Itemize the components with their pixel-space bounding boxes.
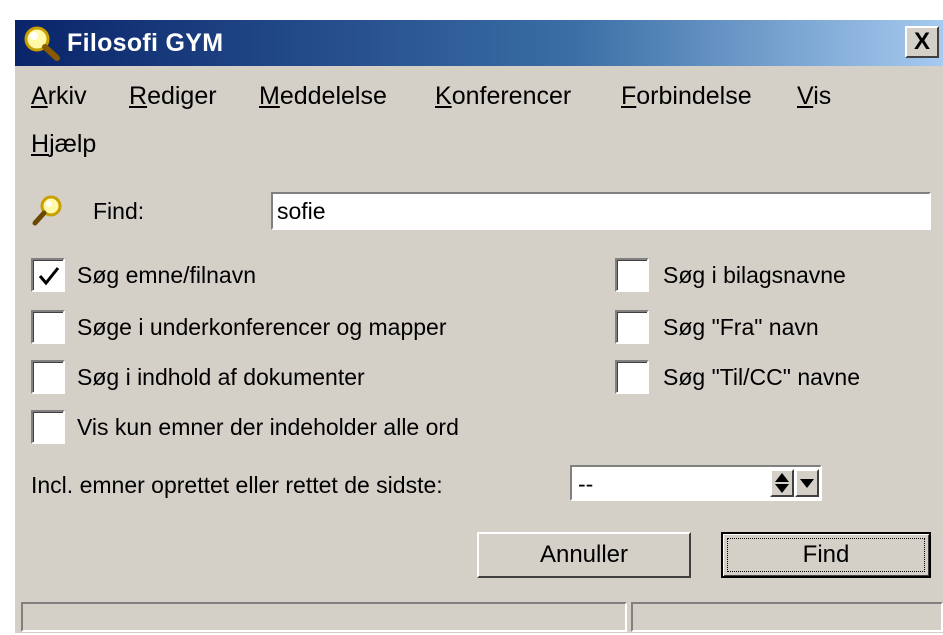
option-label-all-words: Vis kun emner der indeholder alle ord: [77, 414, 459, 440]
title-bar[interactable]: Filosofi GYM X: [15, 20, 943, 66]
status-bar: [15, 598, 943, 635]
period-dropdown-button[interactable]: [795, 469, 819, 497]
magnifier-icon: [24, 26, 60, 61]
menu-label: is: [813, 82, 832, 110]
menu-vis[interactable]: Vis: [797, 82, 831, 111]
period-spin-button[interactable]: [770, 469, 794, 497]
menu-mnemonic: K: [435, 82, 452, 110]
find-dialog: Filosofi GYM X Arkiv Rediger Meddelelse …: [13, 18, 943, 633]
menu-arkiv[interactable]: Arkiv: [31, 82, 87, 111]
search-input[interactable]: sofie: [271, 192, 931, 230]
menu-forbindelse[interactable]: Forbindelse: [621, 82, 752, 111]
menu-rediger[interactable]: Rediger: [129, 82, 217, 111]
menu-label: jælp: [49, 130, 97, 158]
chevron-down-icon: [800, 479, 814, 488]
checkbox-search-attachments[interactable]: [615, 258, 649, 292]
focus-indicator: [727, 538, 925, 572]
period-value: --: [578, 471, 594, 497]
up-down-arrows-icon: [775, 473, 789, 493]
checkbox-search-to-cc[interactable]: [615, 360, 649, 394]
menu-konferencer[interactable]: Konferencer: [435, 82, 571, 111]
checkbox-all-words[interactable]: [31, 410, 65, 444]
checkbox-search-subject[interactable]: [31, 258, 65, 292]
period-label: Incl. emner oprettet eller rettet de sid…: [31, 472, 443, 498]
option-label-search-from: Søg "Fra" navn: [663, 314, 819, 340]
menu-label: onferencer: [451, 82, 572, 110]
option-label-search-subject: Søg emne/filnavn: [77, 262, 256, 288]
menu-mnemonic: M: [259, 82, 280, 110]
menu-mnemonic: A: [31, 82, 48, 110]
close-button[interactable]: X: [905, 26, 939, 58]
menu-meddelelse[interactable]: Meddelelse: [259, 82, 387, 111]
menu-label: rkiv: [47, 82, 87, 110]
menu-mnemonic: R: [129, 82, 148, 110]
status-pane-main: [21, 602, 627, 632]
status-pane-secondary: [631, 602, 943, 632]
menu-label: ediger: [147, 82, 217, 110]
find-label: Find:: [93, 198, 145, 224]
close-icon: X: [913, 28, 930, 55]
menu-label: eddelelse: [279, 82, 387, 110]
find-button[interactable]: Find: [721, 532, 931, 578]
menu-mnemonic: F: [621, 82, 637, 110]
menu-mnemonic: H: [31, 130, 50, 158]
checkbox-search-subconferences[interactable]: [31, 310, 65, 344]
checkmark-icon: [38, 267, 60, 286]
magnifier-icon: [32, 195, 62, 226]
option-label-search-subconferences: Søge i underkonferencer og mapper: [77, 314, 447, 340]
option-label-search-to-cc: Søg "Til/CC" navne: [663, 364, 860, 390]
menu-mnemonic: V: [797, 82, 814, 110]
option-label-search-content: Søg i indhold af dokumenter: [77, 364, 365, 390]
menu-label: orbindelse: [636, 82, 752, 110]
checkbox-search-content[interactable]: [31, 360, 65, 394]
window-title: Filosofi GYM: [67, 29, 224, 57]
menu-hjaelp[interactable]: Hjælp: [31, 130, 96, 159]
period-select[interactable]: --: [570, 465, 822, 501]
option-label-search-attachments: Søg i bilagsnavne: [663, 262, 846, 288]
checkbox-search-from[interactable]: [615, 310, 649, 344]
cancel-button[interactable]: Annuller: [477, 532, 691, 578]
